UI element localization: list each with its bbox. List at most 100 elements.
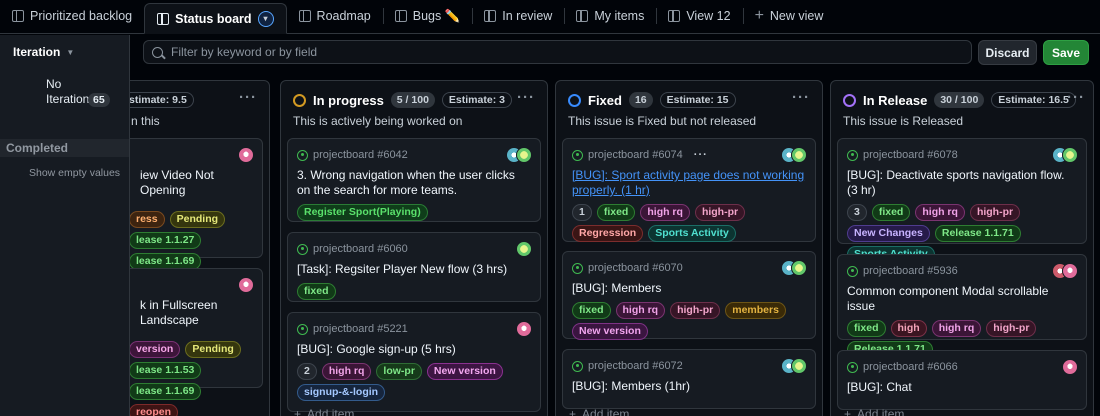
tab-label: In review [502, 9, 553, 23]
issue-ref[interactable]: projectboard #6066 [863, 361, 958, 373]
issue-ref[interactable]: projectboard #6074 [588, 149, 683, 161]
label[interactable]: high-pr [986, 320, 1037, 337]
card-title[interactable]: [Task]: Regsiter Player New flow (3 hrs) [297, 262, 531, 277]
card-menu-icon[interactable]: ··· [694, 149, 708, 161]
card-labels: fixed [297, 283, 531, 300]
show-empty-values-toggle[interactable]: Show empty values [29, 167, 120, 179]
add-item-button[interactable]: + Add item [569, 407, 629, 416]
label[interactable]: fixed [871, 204, 911, 221]
label[interactable]: signup-&-login [297, 384, 386, 401]
tab-my-items[interactable]: My items [564, 0, 656, 33]
card-title[interactable]: Common component Modal scrollable issue [847, 284, 1077, 314]
label[interactable]: low-pr [376, 363, 422, 380]
add-item-button[interactable]: + Add item [294, 407, 354, 416]
label[interactable]: high rq [915, 204, 965, 221]
issue-card[interactable]: projectboard #6078 [BUG]: Deactivate spo… [837, 138, 1087, 263]
card-title[interactable]: [BUG]: Chat [847, 380, 1077, 395]
discard-button[interactable]: Discard [978, 40, 1037, 65]
card-title[interactable]: [BUG]: Members (1hr) [572, 379, 806, 394]
column-menu-icon[interactable]: ··· [239, 89, 257, 106]
assignee-avatar [238, 147, 254, 163]
issue-card[interactable]: projectboard #6066 [BUG]: Chat [837, 350, 1087, 410]
label[interactable]: high-pr [694, 204, 746, 221]
issue-card[interactable]: projectboard #6072 [BUG]: Members (1hr) [562, 349, 816, 409]
completed-section-header[interactable]: Completed [0, 139, 129, 157]
issue-ref[interactable]: projectboard #6078 [863, 149, 958, 161]
label[interactable]: high rq [615, 302, 666, 319]
add-item-button[interactable]: + Add item [844, 407, 904, 416]
plus-icon: + [754, 7, 764, 24]
tab-view-12[interactable]: View 12 [656, 0, 742, 33]
label[interactable]: 1 [572, 204, 592, 221]
label[interactable]: lease 1.1.27 [129, 232, 202, 249]
label[interactable]: Release 1.1.71 [934, 225, 1021, 242]
card-title[interactable]: 3. Wrong navigation when the user clicks… [297, 168, 531, 198]
label[interactable]: 2 [297, 363, 317, 380]
issue-ref[interactable]: projectboard #5221 [313, 323, 408, 335]
issue-card[interactable]: projectboard #6070 [BUG]: Members fixed … [562, 251, 816, 340]
label[interactable]: New Changes [847, 225, 930, 242]
issue-ref[interactable]: projectboard #6072 [588, 360, 683, 372]
group-by-dropdown[interactable]: Iteration ▼ [13, 45, 74, 59]
issue-card[interactable]: projectboard #6074 ··· [BUG]: Sport acti… [562, 138, 816, 242]
label[interactable]: high rq [931, 320, 982, 337]
label[interactable]: ress [129, 211, 165, 228]
label[interactable]: fixed [297, 283, 336, 300]
label[interactable]: high [890, 320, 927, 337]
column-menu-icon[interactable]: ··· [1067, 89, 1085, 106]
label[interactable]: New version [426, 363, 503, 380]
group-by-panel: Iteration ▼ No Iteration 65 Completed Sh… [0, 35, 130, 416]
save-button[interactable]: Save [1043, 40, 1089, 65]
view-options-icon[interactable]: ▾ [257, 10, 274, 27]
card-title[interactable]: [BUG]: Deactivate sports navigation flow… [847, 168, 1077, 198]
label[interactable]: Pending [169, 211, 226, 228]
issue-ref[interactable]: projectboard #6042 [313, 149, 408, 161]
plus-icon: + [294, 407, 302, 416]
card-labels: fixed high rq high-pr members New versio… [572, 302, 806, 340]
label[interactable]: high-pr [969, 204, 1021, 221]
label[interactable]: members [725, 302, 786, 319]
label[interactable]: fixed [847, 320, 886, 337]
label[interactable]: reopen [129, 404, 179, 416]
tab-status-board[interactable]: Status board ▾ [144, 3, 287, 34]
card-meta: projectboard #6060 [297, 242, 531, 256]
column-menu-icon[interactable]: ··· [517, 89, 535, 106]
board-column-in-progress: In progress 5 / 100 Estimate: 3 ··· This… [280, 80, 548, 416]
issue-ref[interactable]: projectboard #6070 [588, 262, 683, 274]
label[interactable]: Sports Activity [648, 225, 736, 242]
label[interactable]: fixed [572, 302, 611, 319]
tab-in-review[interactable]: In review [472, 0, 564, 33]
label[interactable]: Pending [185, 341, 241, 358]
assignee-avatars [781, 147, 807, 163]
tab-bugs[interactable]: Bugs ✏️ [382, 0, 473, 33]
label[interactable]: 3 [847, 204, 867, 221]
card-meta: projectboard #6074 ··· [572, 148, 806, 162]
tab-roadmap[interactable]: Roadmap [287, 0, 383, 33]
label[interactable]: version [129, 341, 181, 358]
label[interactable]: fixed [596, 204, 636, 221]
caret-down-icon: ▼ [66, 47, 75, 57]
issue-ref[interactable]: projectboard #5936 [863, 265, 958, 277]
label[interactable]: high-pr [670, 302, 721, 319]
issue-card[interactable]: projectboard #5221 [BUG]: Google sign-up… [287, 312, 541, 412]
label[interactable]: high rq [640, 204, 690, 221]
issue-card[interactable]: projectboard #5936 Common component Moda… [837, 254, 1087, 358]
filter-input[interactable]: Filter by keyword or by field [143, 40, 972, 64]
label[interactable]: lease 1.1.53 [129, 362, 202, 379]
label[interactable]: lease 1.1.69 [129, 383, 202, 400]
column-menu-icon[interactable]: ··· [792, 89, 810, 106]
label[interactable]: high rq [321, 363, 372, 380]
label[interactable]: Register Sport(Playing) [297, 204, 428, 221]
label[interactable]: Regression [572, 225, 644, 242]
new-view-button[interactable]: + New view [742, 0, 836, 33]
issue-ref[interactable]: projectboard #6060 [313, 243, 408, 255]
label[interactable]: New version [572, 323, 648, 340]
issue-card[interactable]: projectboard #6042 3. Wrong navigation w… [287, 138, 541, 222]
tab-prioritized-backlog[interactable]: Prioritized backlog [0, 0, 144, 33]
card-title[interactable]: [BUG]: Members [572, 281, 806, 296]
card-title[interactable]: [BUG]: Google sign-up (5 hrs) [297, 342, 531, 357]
card-title-link[interactable]: [BUG]: Sport activity page does not work… [572, 168, 806, 198]
no-iteration-group[interactable]: No Iteration [46, 77, 89, 107]
item-count: 16 [628, 92, 653, 108]
issue-card[interactable]: projectboard #6060 [Task]: Regsiter Play… [287, 232, 541, 302]
